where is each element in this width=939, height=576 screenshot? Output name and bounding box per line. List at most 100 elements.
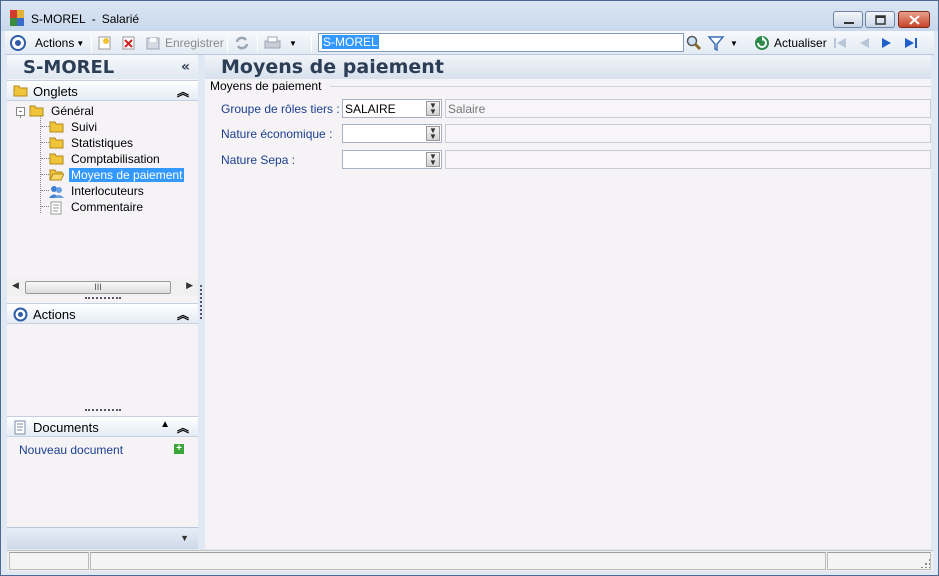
maximize-button[interactable]	[865, 11, 895, 28]
filter-button[interactable]: ▼	[707, 33, 738, 53]
collapse-section-icon[interactable]: ︽	[177, 419, 189, 436]
actions-menu-button[interactable]: Actions ▼	[35, 33, 84, 53]
actions-target-icon	[13, 307, 28, 325]
groupe-roles-tiers-label: Groupe de rôles tiers :	[221, 102, 340, 116]
search-input[interactable]: S-MOREL	[318, 33, 684, 52]
folder-icon	[49, 153, 64, 165]
scroll-right-icon[interactable]: ▶	[186, 280, 193, 291]
contacts-icon	[49, 185, 64, 198]
toolbar: Actions ▼ Enregistrer ▼ S-MOREL ▼ Actual…	[5, 31, 934, 55]
tree-item-suivi[interactable]: Suivi	[49, 119, 99, 135]
actions-section-title: Actions	[33, 307, 76, 322]
app-icon	[10, 10, 24, 26]
new-document-icon	[98, 36, 111, 50]
tree-item-statistiques[interactable]: Statistiques	[49, 135, 135, 151]
new-record-button[interactable]	[97, 33, 113, 53]
first-record-button[interactable]	[831, 33, 849, 53]
first-record-icon	[834, 38, 846, 48]
tree-item-comptabilisation[interactable]: Comptabilisation	[49, 151, 162, 167]
tabs-section-header[interactable]: Onglets ︽	[7, 80, 198, 101]
tree-item-label: Moyens de paiement	[69, 168, 185, 182]
chevron-double-down-icon[interactable]: ▼ ▼	[426, 152, 440, 167]
refresh-label: Actualiser	[774, 36, 827, 50]
note-icon	[49, 201, 64, 215]
left-panel-footer: ▼	[7, 527, 198, 549]
app-window: S-MOREL-Salarié Actions ▼ Enregistrer	[0, 0, 939, 576]
collapse-panel-button[interactable]: «	[181, 59, 190, 75]
minus-toggle-icon[interactable]: -	[16, 106, 25, 116]
save-icon	[146, 37, 160, 50]
tree-item-interlocuteurs[interactable]: Interlocuteurs	[49, 183, 146, 199]
splitter-grip[interactable]	[85, 297, 121, 299]
add-document-icon[interactable]: +	[174, 444, 184, 454]
chevron-double-down-icon[interactable]: ▼ ▼	[426, 126, 440, 141]
documents-section-title: Documents	[33, 420, 99, 435]
printer-icon	[264, 36, 281, 49]
tree-horizontal-scrollbar[interactable]: ◀ III ▶	[7, 279, 198, 296]
nature-economique-description	[445, 124, 931, 143]
minimize-button[interactable]	[833, 11, 863, 28]
title-bar: S-MOREL - Salarié	[1, 1, 938, 31]
nature-sepa-description	[445, 150, 931, 169]
status-cell	[90, 552, 826, 570]
tree-item-moyens-de-paiement[interactable]: Moyens de paiement	[49, 167, 185, 183]
splitter-grip[interactable]	[85, 409, 121, 411]
folder-icon	[49, 121, 64, 133]
previous-icon	[860, 38, 869, 48]
documents-section-header[interactable]: Documents ▲ ︽	[7, 416, 198, 437]
search-input-value: S-MOREL	[322, 35, 379, 49]
vertical-splitter-grip[interactable]	[200, 285, 202, 319]
next-icon	[882, 38, 891, 48]
groupbox-divider	[330, 86, 931, 87]
folder-open-icon	[29, 105, 44, 117]
new-document-link[interactable]: Nouveau document	[19, 443, 123, 457]
scroll-left-icon[interactable]: ◀	[12, 280, 19, 291]
tree-item-label: Commentaire	[71, 200, 144, 214]
actions-menu-label: Actions	[35, 36, 75, 50]
filter-icon	[707, 36, 725, 52]
next-record-button[interactable]	[878, 33, 896, 53]
tree-root-general[interactable]: - Général	[16, 103, 96, 119]
nature-sepa-select[interactable]: ▼ ▼	[342, 150, 442, 169]
collapse-section-icon[interactable]: ︽	[177, 306, 189, 323]
nature-economique-select[interactable]: ▼ ▼	[342, 124, 442, 143]
scrollbar-thumb[interactable]: III	[25, 281, 171, 294]
last-record-button[interactable]	[902, 33, 920, 53]
chevron-up-icon[interactable]: ▲	[160, 419, 170, 430]
chevron-down-icon: ▼	[76, 38, 85, 48]
window-title-separator: -	[91, 12, 96, 26]
save-button[interactable]: Enregistrer	[145, 33, 224, 53]
refresh-icon	[755, 36, 769, 50]
chevron-down-icon[interactable]: ▼	[180, 533, 189, 543]
main-content: Moyens de paiement Moyens de paiement Gr…	[205, 55, 931, 549]
left-panel: S-MOREL « Onglets ︽ - Général Suivi Stat…	[7, 55, 198, 549]
status-bar	[7, 550, 933, 571]
window-title-entity: Salarié	[101, 12, 140, 26]
groupe-roles-tiers-description-text: Salaire	[448, 102, 486, 116]
folder-open-icon	[49, 169, 65, 181]
actions-target-icon[interactable]	[9, 33, 27, 53]
left-panel-title: S-MOREL «	[7, 55, 198, 79]
print-button[interactable]: ▼	[263, 33, 297, 53]
window-title-record: S-MOREL	[31, 12, 86, 26]
status-cell	[9, 552, 89, 570]
collapse-section-icon[interactable]: ︽	[177, 83, 189, 100]
actions-section-header[interactable]: Actions ︽	[7, 303, 198, 324]
tree-item-label: Interlocuteurs	[71, 184, 144, 198]
tree-item-commentaire[interactable]: Commentaire	[49, 199, 145, 215]
tree-root-label: Général	[51, 104, 94, 118]
previous-record-button[interactable]	[855, 33, 873, 53]
search-button[interactable]	[685, 33, 703, 53]
close-icon	[909, 15, 920, 25]
maximize-icon	[875, 15, 886, 25]
chevron-double-down-icon[interactable]: ▼ ▼	[426, 101, 440, 116]
refresh-button[interactable]: Actualiser	[753, 33, 827, 53]
scrollbar-grip-glyph: III	[94, 282, 102, 292]
sync-button[interactable]	[233, 33, 251, 53]
close-button[interactable]	[898, 11, 930, 28]
groupe-roles-tiers-select[interactable]: SALAIRE ▼ ▼	[342, 99, 442, 118]
delete-record-button[interactable]	[121, 33, 137, 53]
window-title: S-MOREL - Salarié	[31, 12, 145, 26]
chevron-down-icon: ▼	[289, 38, 297, 48]
chevron-down-icon: ▼	[730, 38, 738, 48]
